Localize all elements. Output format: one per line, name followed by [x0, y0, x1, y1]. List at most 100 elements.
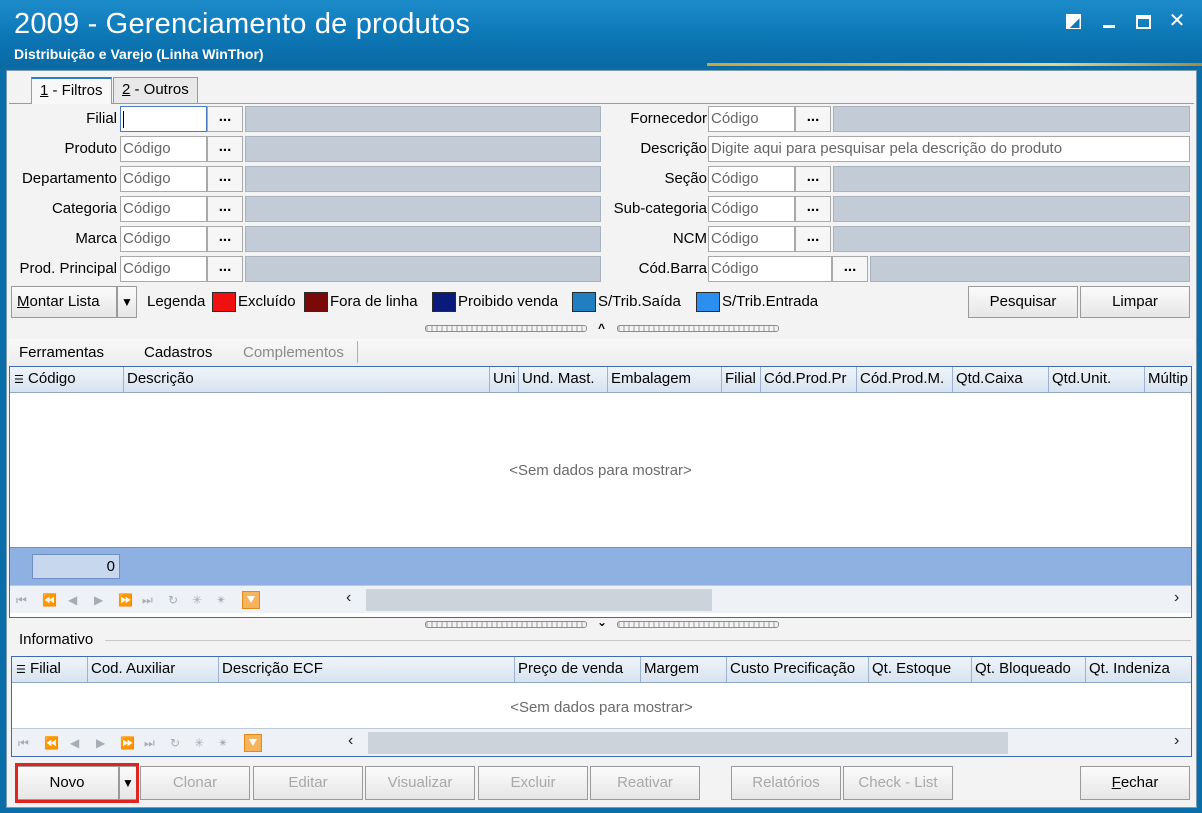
secao-input[interactable]: Código [708, 166, 795, 192]
delete-icon[interactable]: ✴ [216, 593, 226, 607]
filial-lookup-button[interactable]: ... [207, 106, 243, 132]
tab-label: - Outros [130, 81, 189, 98]
produto-lookup-button[interactable]: ... [207, 136, 243, 162]
cod-barra-input[interactable]: Código [708, 256, 832, 282]
first-page-icon[interactable]: ⏮ [18, 736, 29, 751]
column-chooser-icon[interactable]: ☰ [16, 664, 26, 676]
sub-categoria-input[interactable]: Código [708, 196, 795, 222]
column-chooser-icon[interactable]: ☰ [14, 374, 24, 386]
menu-complementos[interactable]: Complementos [243, 344, 344, 361]
excluir-button[interactable]: Excluir [478, 766, 588, 800]
insert-icon[interactable]: ✳ [192, 593, 202, 607]
ncm-input[interactable]: Código [708, 226, 795, 252]
last-page-icon[interactable]: ⏭ [144, 736, 155, 751]
visualizar-button[interactable]: Visualizar [365, 766, 475, 800]
column-und-mast[interactable]: Und. Mast. [519, 367, 608, 392]
column-qt-bloqueado[interactable]: Qt. Bloqueado [972, 657, 1086, 682]
prod-principal-input[interactable]: Código [120, 256, 207, 282]
departamento-lookup-button[interactable]: ... [207, 166, 243, 192]
column-qtd-caixa[interactable]: Qtd.Caixa [953, 367, 1049, 392]
pesquisar-button[interactable]: Pesquisar [968, 286, 1078, 318]
menu-strip: Ferramentas Cadastros Complementos [9, 339, 1194, 366]
refresh-icon[interactable]: ↻ [170, 736, 180, 750]
column-cod-auxiliar[interactable]: Cod. Auxiliar [88, 657, 219, 682]
marca-lookup-button[interactable]: ... [207, 226, 243, 252]
legend-excluido: Excluído [212, 292, 296, 312]
menu-cadastros[interactable]: Cadastros [144, 344, 212, 361]
clonar-button[interactable]: Clonar [140, 766, 250, 800]
next-record-icon[interactable]: ▶ [96, 736, 105, 750]
prev-page-icon[interactable]: ⏪ [42, 593, 57, 607]
fechar-button[interactable]: Fechar [1080, 766, 1190, 800]
relatorios-button[interactable]: Relatórios [731, 766, 841, 800]
fornecedor-lookup-button[interactable]: ... [795, 106, 831, 132]
descricao-input[interactable]: Digite aqui para pesquisar pela descriçã… [708, 136, 1190, 162]
editar-button[interactable]: Editar [253, 766, 363, 800]
column-qt-estoque[interactable]: Qt. Estoque [869, 657, 972, 682]
bottom-splitter[interactable]: ⌄ [425, 615, 785, 629]
prod-principal-lookup-button[interactable]: ... [207, 256, 243, 282]
next-page-icon[interactable]: ⏩ [120, 736, 135, 750]
tab-filtros[interactable]: 1 - Filtros [31, 77, 112, 104]
legend-proibido-venda: Proibido venda [432, 292, 558, 312]
informativo-hscroll-thumb[interactable] [368, 732, 1008, 754]
column-codigo[interactable]: ☰ Código [10, 367, 124, 392]
first-page-icon[interactable]: ⏮ [16, 593, 27, 608]
montar-lista-button[interactable]: Montar Lista [11, 286, 117, 318]
tab-outros[interactable]: 2 - Outros [113, 77, 198, 103]
products-hscroll-thumb[interactable] [366, 589, 712, 611]
scroll-right-icon[interactable]: › [1174, 589, 1179, 607]
departamento-input[interactable]: Código [120, 166, 207, 192]
legend-label: S/Trib.Saída [598, 293, 681, 310]
column-descricao-ecf[interactable]: Descrição ECF [219, 657, 515, 682]
check-list-button[interactable]: Check - List [843, 766, 953, 800]
column-filial[interactable]: ☰ Filial [12, 657, 88, 682]
cod-barra-lookup-button[interactable]: ... [832, 256, 868, 282]
next-record-icon[interactable]: ▶ [94, 593, 103, 607]
column-cod-prod-pr[interactable]: Cód.Prod.Pr [761, 367, 857, 392]
last-page-icon[interactable]: ⏭ [142, 593, 153, 608]
categoria-label: Categoria [51, 200, 117, 217]
refresh-icon[interactable]: ↻ [168, 593, 178, 607]
column-embalagem[interactable]: Embalagem [608, 367, 722, 392]
limpar-button[interactable]: Limpar [1080, 286, 1190, 318]
produto-input[interactable]: Código [120, 136, 207, 162]
filter-icon[interactable] [244, 734, 262, 752]
prev-page-icon[interactable]: ⏪ [44, 736, 59, 750]
scroll-left-icon[interactable]: ‹ [346, 589, 351, 607]
reativar-button[interactable]: Reativar [590, 766, 700, 800]
column-preco-venda[interactable]: Preço de venda [515, 657, 641, 682]
marca-input[interactable]: Código [120, 226, 207, 252]
filter-icon[interactable] [242, 591, 260, 609]
maximize-icon[interactable] [1130, 8, 1156, 34]
column-descricao[interactable]: Descrição [124, 367, 490, 392]
column-multip[interactable]: Múltip [1145, 367, 1191, 392]
insert-icon[interactable]: ✳ [194, 736, 204, 750]
close-icon[interactable]: ✕ [1164, 8, 1190, 34]
column-margem[interactable]: Margem [641, 657, 727, 682]
column-cod-prod-m[interactable]: Cód.Prod.M. [857, 367, 953, 392]
categoria-input[interactable]: Código [120, 196, 207, 222]
column-uni[interactable]: Uni [490, 367, 519, 392]
restore-icon[interactable] [1060, 8, 1086, 34]
column-qtd-unit[interactable]: Qtd.Unit. [1049, 367, 1145, 392]
next-page-icon[interactable]: ⏩ [118, 593, 133, 607]
column-custo-precificacao[interactable]: Custo Precificação [727, 657, 869, 682]
scroll-right-icon[interactable]: › [1174, 732, 1179, 750]
column-filial[interactable]: Filial [722, 367, 761, 392]
column-qt-indeniza[interactable]: Qt. Indeniza [1086, 657, 1191, 682]
prev-record-icon[interactable]: ◀ [68, 593, 77, 607]
ncm-lookup-button[interactable]: ... [795, 226, 831, 252]
prev-record-icon[interactable]: ◀ [70, 736, 79, 750]
delete-icon[interactable]: ✴ [218, 736, 228, 750]
filial-input[interactable] [120, 106, 207, 132]
sub-categoria-lookup-button[interactable]: ... [795, 196, 831, 222]
top-splitter[interactable]: ^ [425, 321, 785, 335]
scroll-left-icon[interactable]: ‹ [348, 732, 353, 750]
secao-lookup-button[interactable]: ... [795, 166, 831, 192]
categoria-lookup-button[interactable]: ... [207, 196, 243, 222]
montar-lista-dropdown-icon[interactable]: ▼ [117, 286, 137, 318]
menu-ferramentas[interactable]: Ferramentas [19, 344, 104, 361]
minimize-icon[interactable] [1096, 8, 1122, 34]
fornecedor-input[interactable]: Código [708, 106, 795, 132]
